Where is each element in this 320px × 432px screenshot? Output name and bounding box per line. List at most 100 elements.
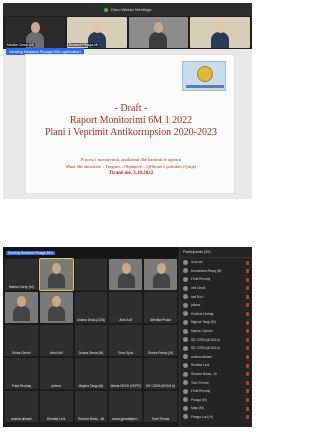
muted-mic-icon[interactable] [246, 415, 249, 420]
muted-mic-icon[interactable] [246, 294, 249, 299]
muted-mic-icon[interactable] [246, 286, 249, 291]
gallery-tile[interactable]: Ricarda Brass - Mi [74, 391, 108, 422]
participant-row[interactable]: Frida Rrushaj [180, 387, 252, 396]
gallery-tile[interactable] [74, 259, 108, 290]
avatar-icon [183, 405, 188, 411]
participant-row[interactable]: Ricarda Brass - M [180, 370, 252, 379]
avatar-icon [183, 345, 188, 351]
avatar-icon [183, 268, 188, 274]
gallery-tile[interactable] [144, 259, 177, 290]
gallery-view: Sharing Besiana Pinaga-Mi's Marika Cerep… [3, 247, 252, 427]
gallery-tile[interactable]: Marika Cerep (M) [5, 259, 38, 290]
gallery-tile[interactable]: Erlina Gerxhi [5, 325, 38, 356]
slide-subtitle-line: Masa dhe aktivitete – Tregues – Objektiv… [65, 164, 197, 169]
muted-mic-icon[interactable] [246, 303, 249, 308]
participant-name: Indi Lleshi [191, 286, 206, 291]
gallery-tile[interactable]: Tomi Thoma [144, 391, 177, 422]
gallery-tile-name: Ermira Peuka (M) [148, 351, 174, 355]
gallery-tile[interactable]: Mirela DESH (CEPR) [109, 358, 143, 389]
gallery-tile[interactable] [38, 258, 74, 291]
participant-row[interactable]: juliana [180, 301, 252, 310]
sharing-label: Sharing Besiana Pinaga-Mi's [6, 250, 55, 255]
gallery-tile[interactable]: Frida Rrushaj [5, 358, 38, 389]
video-tile[interactable] [190, 17, 250, 48]
participant-row[interactable]: Tomi Thoma [180, 378, 252, 387]
sharing-bar: Sharing Besiana Pinaga-Mi's [3, 247, 178, 258]
muted-mic-icon[interactable] [246, 260, 249, 265]
participant-row[interactable]: rroni uet [180, 258, 252, 267]
muted-mic-icon[interactable] [246, 312, 249, 317]
participant-row[interactable]: Marika Ceprani [180, 327, 252, 336]
video-tile[interactable]: Marika Cerep (M) [5, 17, 65, 48]
muted-mic-icon[interactable] [246, 337, 249, 342]
participant-row[interactable]: Maja (M) [180, 404, 252, 413]
muted-mic-icon[interactable] [246, 277, 249, 282]
muted-mic-icon[interactable] [246, 389, 249, 394]
muted-mic-icon[interactable] [246, 398, 249, 402]
participant-body [211, 32, 230, 48]
participant-row[interactable]: Frida Rrushaj [180, 275, 252, 284]
muted-mic-icon[interactable] [246, 346, 249, 351]
participant-row[interactable]: Pinaga Luci (H) [180, 413, 252, 422]
participant-name: Migena Tangi-(M) [191, 320, 216, 325]
video-tile[interactable]: Besiana Pinaga-Mi [66, 17, 127, 48]
gallery-tile[interactable]: Arta Kolli [39, 325, 73, 356]
participant-row[interactable]: ardena alimani [180, 353, 252, 362]
participant-row[interactable]: Klodiola Hoxhaj [180, 310, 252, 319]
participant-name: Marika Ceprani [191, 329, 213, 334]
muted-mic-icon[interactable] [246, 406, 249, 411]
gallery-tile-name: Tomi Thoma [151, 417, 170, 421]
participant-head [156, 263, 166, 274]
participant-name: ardena alimani [191, 354, 212, 359]
participant-row[interactable]: Indi Roci [180, 292, 252, 301]
muted-mic-icon[interactable] [246, 372, 249, 377]
muted-mic-icon[interactable] [246, 363, 249, 368]
muted-mic-icon[interactable] [246, 380, 249, 385]
gallery-tile[interactable]: Aferdita Peuka [144, 292, 177, 323]
gallery-tile[interactable]: Rezarta Leni [39, 391, 73, 422]
participant-head [30, 22, 40, 33]
muted-mic-icon[interactable] [246, 269, 249, 274]
video-tile-name: Marika Cerep (M) [6, 43, 36, 47]
gallery-tile[interactable] [109, 259, 143, 290]
gallery-tile[interactable] [5, 292, 38, 323]
gallery-tile[interactable]: ivana gjemaliaber... [109, 391, 143, 422]
participant-row[interactable]: Indi Lleshi [180, 284, 252, 293]
gallery-tile[interactable]: Donna Gema (M) [74, 325, 108, 356]
participant-name: Donarbdea Reçaj (M) [191, 268, 222, 273]
gallery-tile[interactable]: Migena Tangi-(M) [74, 358, 108, 389]
participant-row[interactable]: DE CORA (BOKA A) [180, 335, 252, 344]
participant-row[interactable]: Pinaga (M) [180, 396, 252, 405]
participant-row[interactable]: Migena Tangi-(M) [180, 318, 252, 327]
gallery-tile[interactable]: juliana [39, 358, 73, 389]
gallery-tile-name: Ricarda Brass - Mi [77, 417, 105, 421]
gallery-tile[interactable]: Arta Kolli [109, 292, 143, 323]
gallery-tile[interactable]: Ema Gjoni [109, 325, 143, 356]
gallery-tile-name: ivana gjemaliaber... [112, 417, 140, 421]
participant-row[interactable]: Rezarta Leni [180, 361, 252, 370]
muted-mic-icon[interactable] [246, 320, 249, 325]
gallery-tile-name: Arta Kolli [119, 318, 133, 322]
participants-list: rroni uet Donarbdea Reçaj (M) Frida Rrusha… [180, 258, 252, 421]
gallery-tile[interactable] [39, 292, 73, 323]
video-tile[interactable] [128, 17, 189, 48]
participant-row[interactable]: DE CORA (BOKA A) [180, 344, 252, 353]
video-gallery: Marika Cerep (M) Aldona Deda (CEN) Arta Ko… [5, 258, 177, 425]
gallery-tile[interactable]: DE CORA (BOKA A) [144, 358, 177, 389]
meeting-title-bar: Cisco Webex Meetings [3, 3, 252, 16]
gallery-tile-name: Aldona Deda (CEN) [76, 318, 106, 322]
gallery-tile[interactable]: Aldona Deda (CEN) [74, 292, 108, 323]
participant-row[interactable]: Donarbdea Reçaj (M) [180, 267, 252, 276]
logo-text-bar [186, 85, 224, 88]
gallery-tile-name: Frida Rrushaj [11, 384, 31, 388]
avatar-icon [183, 294, 188, 300]
gallery-tile-name: Marika Cerep (M) [9, 285, 34, 289]
muted-mic-icon[interactable] [246, 329, 249, 334]
logo-image [182, 61, 226, 91]
muted-mic-icon[interactable] [246, 355, 249, 360]
gallery-tile[interactable]: Ermira Peuka (M) [144, 325, 177, 356]
video-tile-name: Besiana Pinaga-Mi [67, 43, 100, 47]
gallery-tile[interactable]: ardena alimani [5, 391, 38, 422]
participant-strip: Marika Cerep (M) Besiana Pinaga-Mi [3, 16, 252, 49]
gallery-tile-name: Mirela DESH (CEPR) [110, 384, 141, 388]
